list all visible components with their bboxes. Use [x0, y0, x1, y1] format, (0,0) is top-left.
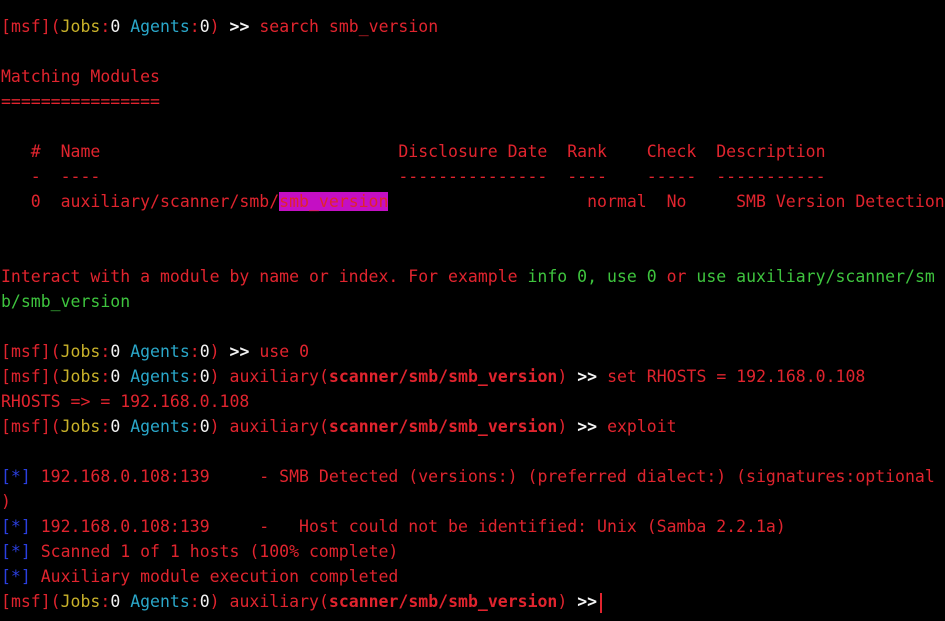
text-cursor[interactable]	[600, 592, 603, 613]
table-row[interactable]: 0 auxiliary/scanner/smb/smb_version norm…	[0, 189, 945, 214]
output-line: [*] Auxiliary module execution completed	[1, 567, 399, 586]
use-full-command-hint: use auxiliary/scanner/sm	[696, 267, 935, 286]
table-header: # Name Disclosure Date Rank Check Descri…	[1, 142, 826, 161]
prompt-line-set: [msf](Jobs:0 Agents:0) auxiliary(scanner…	[1, 367, 866, 386]
prompt-jobs-count: 0	[110, 17, 121, 36]
prompt-line-use: [msf](Jobs:0 Agents:0) >> use 0	[1, 342, 310, 361]
output-line: [*] 192.168.0.108:139 - SMB Detected (ve…	[1, 467, 935, 486]
command-search: search smb_version	[259, 17, 439, 36]
status-marker-icon: [*]	[1, 517, 31, 536]
row-details: normal No SMB Version Detection	[388, 192, 945, 211]
prompt-msf: msf	[10, 17, 41, 36]
output-line-wrap: )	[1, 492, 11, 511]
search-match-highlight: smb_version	[279, 192, 389, 211]
prompt-agents-label: Agents	[130, 17, 190, 36]
info-command-hint: info 0	[527, 267, 588, 286]
status-marker-icon: [*]	[1, 467, 31, 486]
row-name-prefix: auxiliary/scanner/smb/	[60, 192, 280, 211]
status-marker-icon: [*]	[1, 567, 31, 586]
table-separator: - ---- --------------- ---- ----- ------…	[1, 167, 826, 186]
command-use: use 0	[259, 342, 310, 361]
command-set: set RHOSTS = 192.168.0.108	[607, 367, 866, 386]
status-marker-icon: [*]	[1, 542, 31, 561]
module-path: scanner/smb/smb_version	[328, 367, 558, 386]
prompt-line-current[interactable]: [msf](Jobs:0 Agents:0) auxiliary(scanner…	[0, 589, 945, 614]
command-exploit: exploit	[607, 417, 677, 436]
interact-hint-line-2: b/smb_version	[1, 292, 131, 311]
output-line: [*] 192.168.0.108:139 - Host could not b…	[1, 517, 786, 536]
row-index: 0	[1, 192, 61, 211]
prompt-agents-count: 0	[199, 17, 210, 36]
prompt-line-exploit: [msf](Jobs:0 Agents:0) auxiliary(scanner…	[1, 417, 677, 436]
output-line: [*] Scanned 1 of 1 hosts (100% complete)	[1, 542, 399, 561]
rhosts-echo: RHOSTS => = 192.168.0.108	[1, 392, 250, 411]
interact-hint-line-1: Interact with a module by name or index.…	[1, 267, 935, 286]
terminal-window[interactable]: [msf](Jobs:0 Agents:0) >> search smb_ver…	[0, 0, 945, 621]
prompt-line-search: [msf](Jobs:0 Agents:0) >> search smb_ver…	[1, 17, 439, 36]
use-command-hint: use 0	[606, 267, 657, 286]
prompt-arrow: >>	[229, 17, 250, 36]
prompt-jobs-label: Jobs	[60, 17, 101, 36]
matching-modules-underline: ================	[1, 92, 160, 111]
matching-modules-title: Matching Modules	[1, 67, 160, 86]
